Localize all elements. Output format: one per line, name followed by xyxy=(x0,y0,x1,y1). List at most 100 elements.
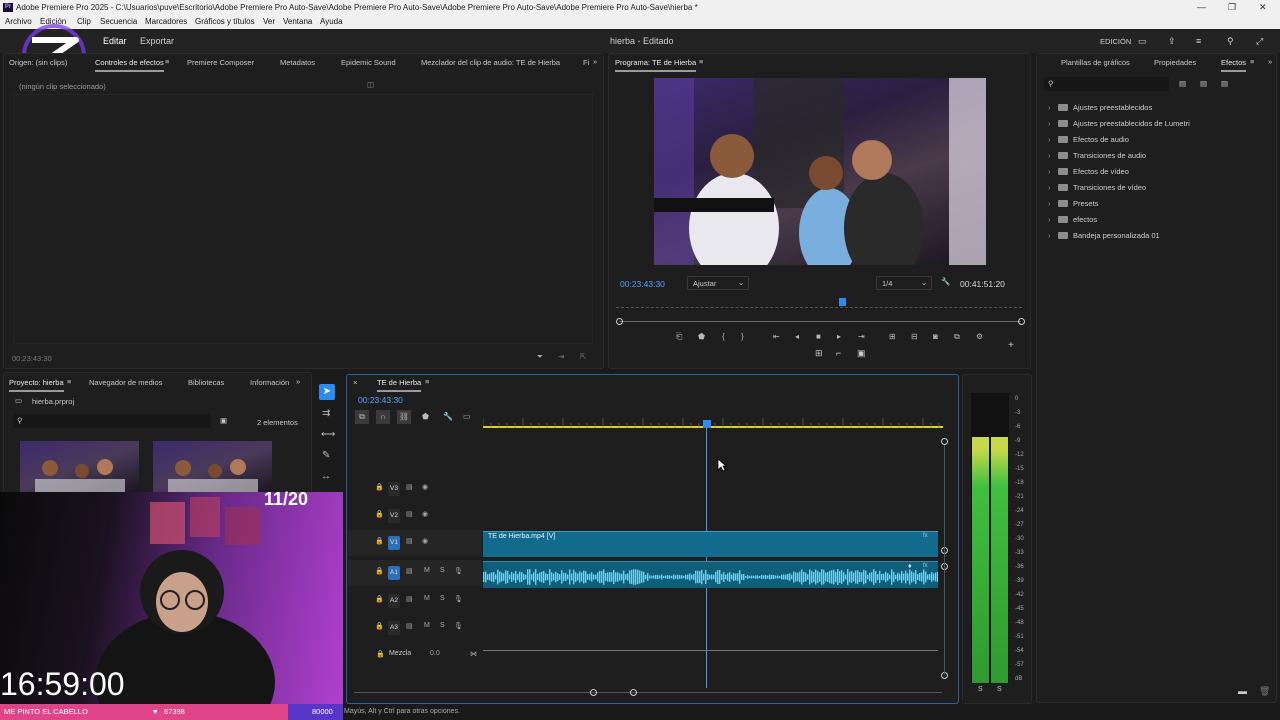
tab-graphic-templates[interactable]: Plantillas de gráficos xyxy=(1061,58,1130,67)
hscroll-handle-right[interactable] xyxy=(630,689,637,696)
insert-icon[interactable]: ⊞ xyxy=(889,332,896,341)
solo-icon[interactable]: S xyxy=(440,567,445,574)
effects-overflow-icon[interactable]: » xyxy=(1268,57,1272,66)
solo-icon[interactable]: S xyxy=(440,595,445,602)
project-search-input[interactable]: ⚲ xyxy=(13,414,211,428)
close-sequence-icon[interactable]: × xyxy=(353,378,357,387)
project-menu-icon[interactable]: ≡ xyxy=(67,377,71,386)
step-forward-icon[interactable]: ▸ xyxy=(837,332,841,341)
effects-folder[interactable]: › Transiciones de audio xyxy=(1048,151,1146,160)
go-to-in-icon[interactable]: ⇤ xyxy=(773,332,780,341)
nest-icon[interactable]: ⧉ xyxy=(355,410,369,424)
timeline-settings-icon[interactable]: 🔧 xyxy=(443,412,453,421)
export-frame-icon[interactable]: ⇱ xyxy=(580,352,586,361)
program-zoom-bar[interactable] xyxy=(619,321,1021,322)
mark-out-icon[interactable]: } xyxy=(741,332,744,341)
effects-menu-icon[interactable]: ≡ xyxy=(1250,57,1254,66)
timeline-timecode[interactable]: 00:23:43:30 xyxy=(358,395,403,405)
menu-graficos[interactable]: Gráficos y títulos xyxy=(195,17,255,26)
video-clip[interactable]: TE de Hierba.mp4 [V] fx xyxy=(483,531,938,557)
zoom-icon[interactable]: ⚲ xyxy=(1227,36,1234,47)
effects-folder[interactable]: › Ajustes preestablecidos xyxy=(1048,103,1152,112)
solo-icon[interactable]: S xyxy=(440,622,445,629)
track-label[interactable]: A3 xyxy=(388,621,400,635)
microphone-icon[interactable]: 🎙 xyxy=(454,622,463,630)
tab-libraries[interactable]: Bibliotecas xyxy=(188,378,224,387)
razor-tool-icon[interactable]: ✎ xyxy=(322,450,330,461)
slip-tool-icon[interactable]: ↔ xyxy=(321,471,331,482)
vertical-scrollbar[interactable] xyxy=(944,445,945,675)
tab-overflow[interactable]: Fi xyxy=(583,58,589,67)
tab-effects[interactable]: Efectos xyxy=(1221,58,1247,72)
track-select-icon[interactable]: ⇉ xyxy=(322,408,330,419)
add-button-icon[interactable]: + xyxy=(1008,340,1014,351)
program-time-ruler[interactable] xyxy=(616,298,1022,308)
lock-icon[interactable]: 🔒 xyxy=(375,483,384,491)
mix-value[interactable]: 0.0 xyxy=(430,650,440,657)
tab-project[interactable]: Proyecto: hierba xyxy=(9,378,64,392)
timeline-scroll-handle[interactable] xyxy=(941,438,948,445)
menu-list-icon[interactable]: ≡ xyxy=(1196,36,1201,46)
panel-menu-icon[interactable]: ≡ xyxy=(165,57,169,66)
accelerated-effects-icon[interactable]: ▤ xyxy=(1179,79,1186,88)
lock-icon[interactable]: 🔒 xyxy=(375,537,384,545)
captions-icon[interactable]: ▭ xyxy=(463,412,471,421)
new-bin-icon[interactable]: ▬ xyxy=(1238,686,1247,696)
microphone-icon[interactable]: 🎙 xyxy=(454,567,463,575)
solo-left-button[interactable]: S xyxy=(978,686,983,693)
overlay-icon[interactable]: ▣ xyxy=(857,348,866,359)
sync-lock-icon[interactable]: ▤ xyxy=(406,537,413,545)
compare-icon[interactable]: ⧉ xyxy=(954,332,960,342)
eye-icon[interactable]: ◉ xyxy=(422,510,428,518)
tab-epidemic-sound[interactable]: Epidemic Sound xyxy=(341,58,396,67)
share-icon[interactable]: ⇪ xyxy=(1168,36,1176,47)
project-overflow-icon[interactable]: » xyxy=(296,377,300,386)
tab-info[interactable]: Información xyxy=(250,378,289,387)
effects-folder[interactable]: › Transiciones de vídeo xyxy=(1048,183,1146,192)
lock-icon[interactable]: 🔒 xyxy=(376,650,385,658)
sync-lock-icon[interactable]: ▤ xyxy=(406,510,413,518)
loop-icon[interactable]: ⇥ xyxy=(558,352,564,361)
tab-media-browser[interactable]: Navegador de medios xyxy=(89,378,162,387)
tab-editar[interactable]: Editar xyxy=(103,36,127,46)
camera-icon[interactable]: ◙ xyxy=(933,332,938,341)
maximize-icon[interactable]: ❐ xyxy=(1228,2,1236,13)
horizontal-scrollbar[interactable] xyxy=(354,692,942,693)
lift-icon[interactable]: ⎗ xyxy=(676,332,682,342)
program-playhead[interactable] xyxy=(839,298,847,306)
crop-icon[interactable]: ⌐ xyxy=(836,348,841,358)
workspace-panel-icon[interactable]: ▭ xyxy=(1138,36,1147,47)
settings-icon[interactable]: ⚙ xyxy=(976,332,983,341)
track-label[interactable]: V2 xyxy=(388,509,400,523)
timeline-ruler[interactable] xyxy=(483,415,943,428)
media-thumbnail[interactable] xyxy=(20,441,139,494)
tab-audio-clip-mixer[interactable]: Mezclador del clip de audio: TE de Hierb… xyxy=(421,58,560,67)
snap-icon[interactable]: ∩ xyxy=(376,410,390,424)
program-menu-icon[interactable]: ≡ xyxy=(699,57,703,66)
zoom-handle-left[interactable] xyxy=(616,318,623,325)
eye-icon[interactable]: ◉ xyxy=(422,483,428,491)
ripple-edit-icon[interactable]: ⟷ xyxy=(321,429,335,440)
trash-icon[interactable]: 🗑 xyxy=(1259,686,1270,697)
tab-premiere-composer[interactable]: Premiere Composer xyxy=(187,58,254,67)
menu-ayuda[interactable]: Ayuda xyxy=(320,17,343,26)
sequence-tab[interactable]: TE de Hierba xyxy=(377,378,422,392)
panel-overflow-icon[interactable]: » xyxy=(593,57,597,66)
hscroll-handle-left[interactable] xyxy=(590,689,597,696)
sync-lock-icon[interactable]: ▤ xyxy=(406,567,413,575)
selection-tool-icon[interactable]: ➤ xyxy=(319,384,335,400)
lock-icon[interactable]: 🔒 xyxy=(375,510,384,518)
zoom-handle-right[interactable] xyxy=(1018,318,1025,325)
overwrite-icon[interactable]: ⊟ xyxy=(911,332,918,341)
effects-folder[interactable]: › Bandeja personalizada 01 xyxy=(1048,231,1160,240)
mark-in-icon[interactable]: { xyxy=(722,332,725,341)
32bit-effects-icon[interactable]: ▤ xyxy=(1200,79,1207,88)
close-icon[interactable]: ✕ xyxy=(1259,2,1267,13)
effects-folder[interactable]: › Efectos de vídeo xyxy=(1048,167,1129,176)
effects-folder[interactable]: › efectos xyxy=(1048,215,1097,224)
menu-ver[interactable]: Ver xyxy=(263,17,275,26)
microphone-icon[interactable]: 🎙 xyxy=(454,595,463,603)
audio-clip[interactable]: ♦ fx xyxy=(483,561,938,588)
mute-icon[interactable]: M xyxy=(424,567,430,574)
sync-lock-icon[interactable]: ▤ xyxy=(406,622,413,630)
